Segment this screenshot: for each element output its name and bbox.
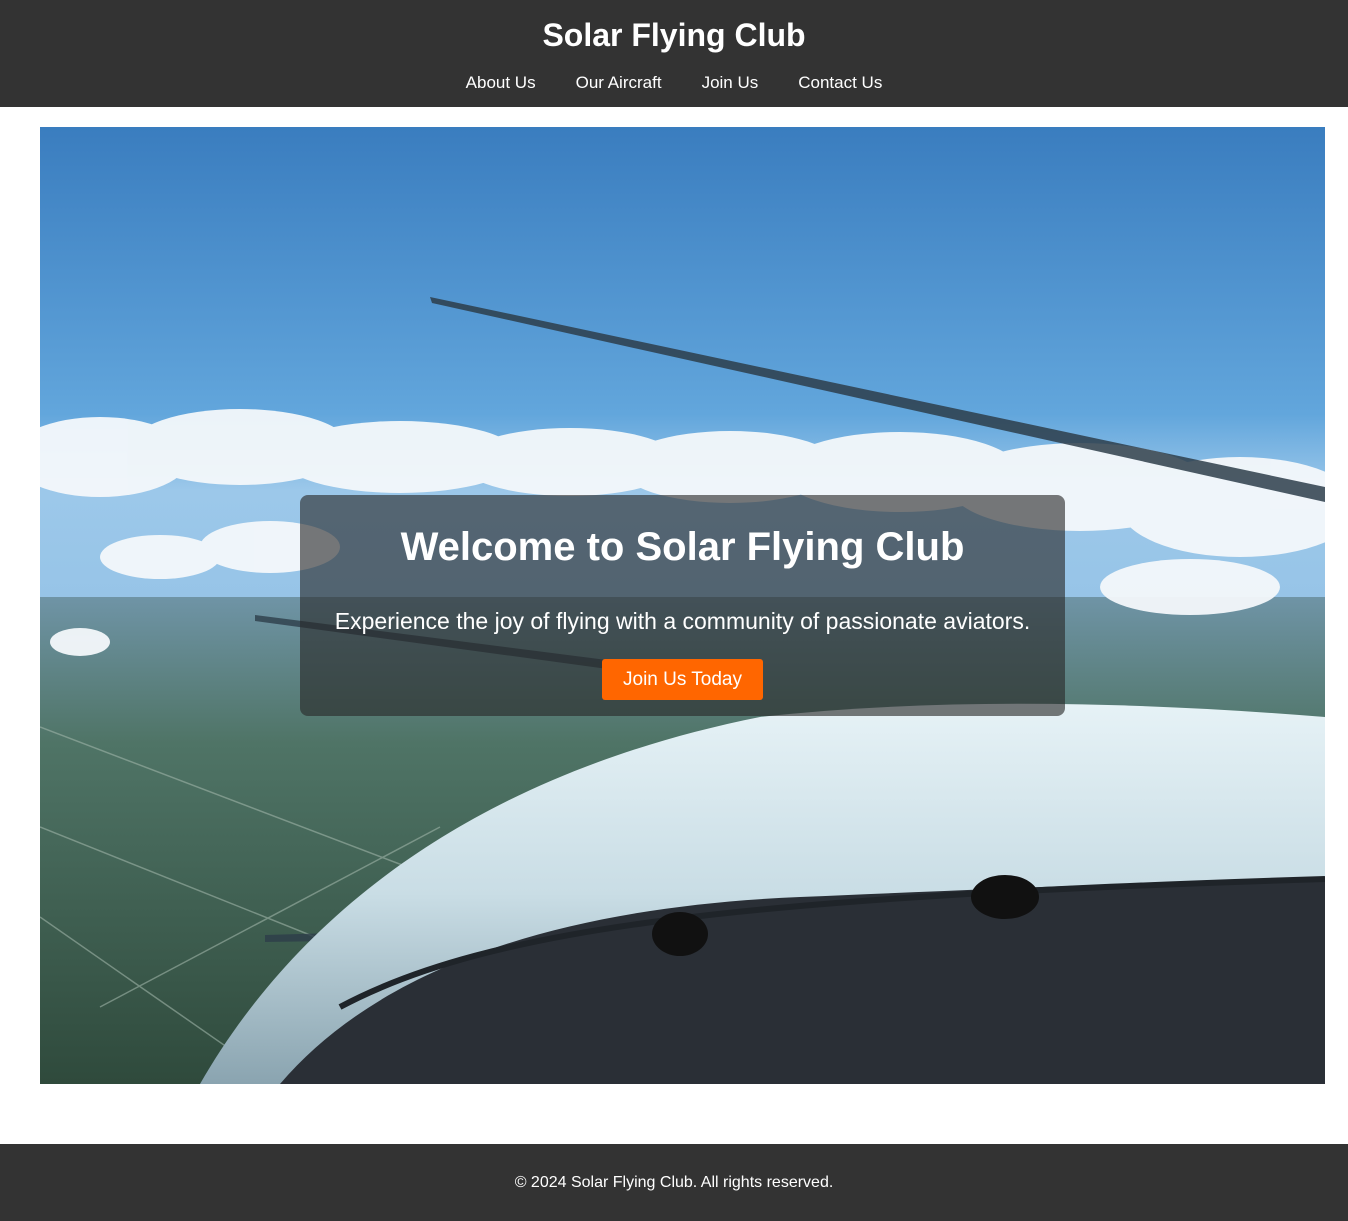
join-us-today-button[interactable]: Join Us Today [602,659,763,700]
nav-about-us[interactable]: About Us [466,72,536,94]
site-footer: © 2024 Solar Flying Club. All rights res… [0,1144,1348,1221]
nav-join-us[interactable]: Join Us [702,72,759,94]
hero-overlay-card: Welcome to Solar Flying Club Experience … [300,495,1065,716]
site-header: Solar Flying Club About Us Our Aircraft … [0,0,1348,107]
main-nav: About Us Our Aircraft Join Us Contact Us [0,72,1348,94]
hero-title: Welcome to Solar Flying Club [400,525,965,569]
site-title: Solar Flying Club [542,17,806,53]
nav-our-aircraft[interactable]: Our Aircraft [576,72,662,94]
hero-subtitle: Experience the joy of flying with a comm… [334,608,1031,634]
nav-contact-us[interactable]: Contact Us [798,72,882,94]
footer-copyright: © 2024 Solar Flying Club. All rights res… [514,1174,834,1191]
hero-section: Welcome to Solar Flying Club Experience … [40,127,1325,1084]
